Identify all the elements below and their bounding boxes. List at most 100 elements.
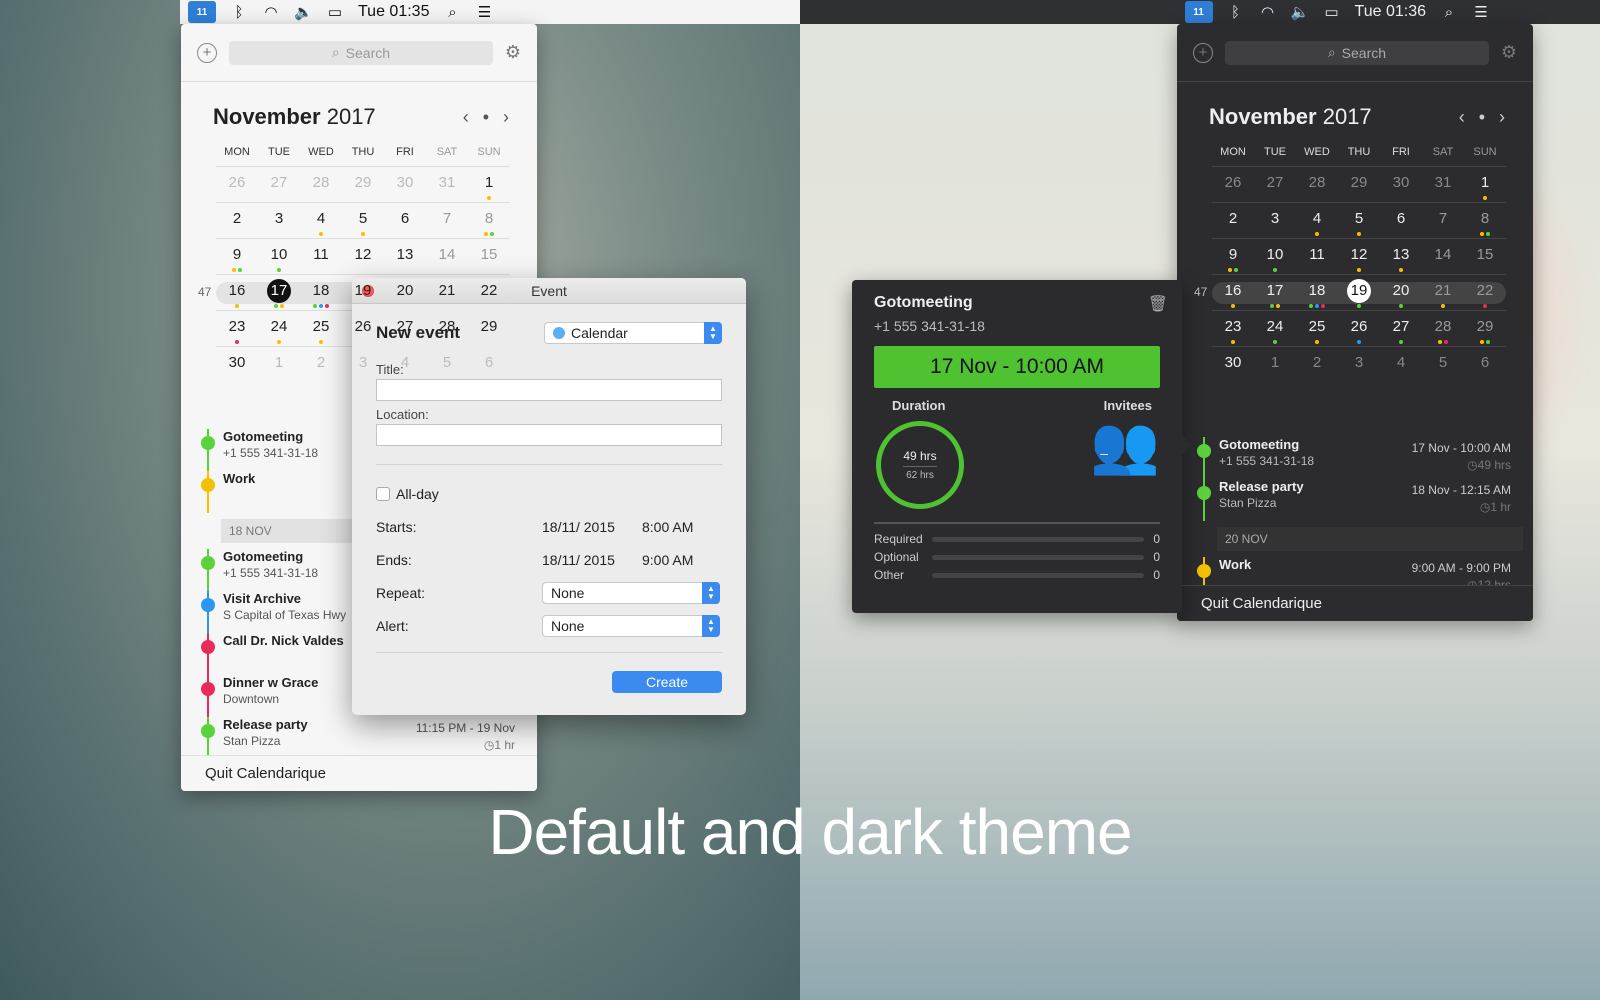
day-cell[interactable]: 22 bbox=[1464, 275, 1506, 311]
day-cell[interactable]: 5 bbox=[1422, 347, 1464, 383]
day-cell[interactable]: 31 bbox=[426, 167, 468, 203]
notification-center-icon[interactable]: ☰ bbox=[1472, 3, 1490, 21]
ends-date[interactable]: 18/11/ 2015 bbox=[542, 552, 642, 568]
day-cell[interactable]: 27 bbox=[258, 167, 300, 203]
add-event-button[interactable]: + bbox=[1193, 42, 1213, 63]
day-cell[interactable]: 28 bbox=[300, 167, 342, 203]
day-cell[interactable]: 27 bbox=[384, 311, 426, 347]
battery-icon[interactable]: ▭ bbox=[1323, 3, 1341, 21]
day-cell[interactable]: 2 bbox=[216, 203, 258, 239]
day-cell[interactable]: 3 bbox=[258, 203, 300, 239]
day-cell[interactable]: 3 bbox=[1254, 203, 1296, 239]
day-cell[interactable]: 28 bbox=[1296, 167, 1338, 203]
day-cell[interactable]: 21 bbox=[1422, 275, 1464, 311]
day-cell[interactable]: 17 bbox=[1254, 275, 1296, 311]
day-cell[interactable]: 17 bbox=[258, 275, 300, 311]
location-input[interactable] bbox=[376, 424, 722, 446]
day-cell[interactable]: 9 bbox=[216, 239, 258, 275]
day-cell[interactable]: 2 bbox=[1296, 347, 1338, 383]
search-input[interactable]: ⌕ Search bbox=[1225, 40, 1489, 65]
add-event-button[interactable]: + bbox=[197, 42, 217, 63]
search-input[interactable]: ⌕ Search bbox=[229, 40, 493, 65]
day-cell[interactable]: 4 bbox=[300, 203, 342, 239]
today-dot-icon[interactable]: • bbox=[483, 107, 489, 128]
day-cell[interactable]: 26 bbox=[216, 167, 258, 203]
day-cell[interactable]: 27 bbox=[1254, 167, 1296, 203]
trash-icon[interactable]: 🗑 bbox=[1148, 294, 1168, 314]
battery-icon[interactable]: ▭ bbox=[326, 3, 344, 21]
day-cell[interactable]: 11 bbox=[300, 239, 342, 275]
day-cell[interactable]: 15 bbox=[1464, 239, 1506, 275]
day-cell[interactable]: 28 bbox=[1422, 311, 1464, 347]
day-cell[interactable]: 7 bbox=[426, 203, 468, 239]
day-cell[interactable]: 21 bbox=[426, 275, 468, 311]
volume-icon[interactable]: 🔈 bbox=[294, 3, 313, 21]
day-cell[interactable]: 8 bbox=[468, 203, 510, 239]
day-cell[interactable]: 8 bbox=[1464, 203, 1506, 239]
chevron-right-icon[interactable]: › bbox=[503, 107, 509, 128]
chevron-right-icon[interactable]: › bbox=[1499, 107, 1505, 128]
day-cell[interactable]: 29 bbox=[468, 311, 510, 347]
day-cell[interactable]: 12 bbox=[1338, 239, 1380, 275]
day-cell[interactable]: 26 bbox=[342, 311, 384, 347]
day-cell[interactable]: 27 bbox=[1380, 311, 1422, 347]
volume-icon[interactable]: 🔈 bbox=[1291, 3, 1310, 21]
notification-center-icon[interactable]: ☰ bbox=[475, 3, 493, 21]
day-cell[interactable]: 6 bbox=[1464, 347, 1506, 383]
day-cell[interactable]: 11 bbox=[1296, 239, 1338, 275]
day-cell[interactable]: 16 bbox=[1212, 275, 1254, 311]
day-cell[interactable]: 1 bbox=[1254, 347, 1296, 383]
starts-time[interactable]: 8:00 AM bbox=[642, 519, 693, 535]
quit-button[interactable]: Quit Calendarique bbox=[1177, 585, 1533, 621]
wifi-icon[interactable]: ◠ bbox=[1259, 3, 1277, 21]
day-cell[interactable]: 25 bbox=[1296, 311, 1338, 347]
day-cell[interactable]: 1 bbox=[258, 347, 300, 383]
chevron-left-icon[interactable]: ‹ bbox=[1459, 107, 1465, 128]
day-cell[interactable]: 23 bbox=[1212, 311, 1254, 347]
day-cell[interactable]: 6 bbox=[468, 347, 510, 383]
day-cell[interactable]: 26 bbox=[1212, 167, 1254, 203]
menubar-clock[interactable]: Tue 01:35 bbox=[358, 3, 429, 21]
day-cell[interactable]: 4 bbox=[384, 347, 426, 383]
wifi-icon[interactable]: ◠ bbox=[262, 3, 280, 21]
day-cell[interactable]: 31 bbox=[1422, 167, 1464, 203]
day-cell[interactable]: 6 bbox=[384, 203, 426, 239]
event-item[interactable]: Release party Stan Pizza 11:15 PM - 19 Nov… bbox=[181, 717, 537, 759]
day-cell[interactable]: 19 bbox=[1338, 275, 1380, 311]
day-cell[interactable]: 7 bbox=[1422, 203, 1464, 239]
day-cell[interactable]: 5 bbox=[426, 347, 468, 383]
day-cell[interactable]: 10 bbox=[258, 239, 300, 275]
day-cell[interactable]: 10 bbox=[1254, 239, 1296, 275]
day-cell[interactable]: 18 bbox=[1296, 275, 1338, 311]
day-cell[interactable]: 12 bbox=[342, 239, 384, 275]
day-cell[interactable]: 15 bbox=[468, 239, 510, 275]
chevron-left-icon[interactable]: ‹ bbox=[463, 107, 469, 128]
day-cell[interactable]: 16 bbox=[216, 275, 258, 311]
menubar-clock[interactable]: Tue 01:36 bbox=[1355, 3, 1426, 21]
event-item[interactable]: Release party Stan Pizza 18 Nov - 12:15 AM… bbox=[1177, 479, 1533, 521]
alert-select[interactable]: None ▲ ▼ bbox=[542, 614, 720, 637]
day-cell[interactable]: 4 bbox=[1380, 347, 1422, 383]
day-cell[interactable]: 13 bbox=[1380, 239, 1422, 275]
day-cell[interactable]: 24 bbox=[1254, 311, 1296, 347]
gear-icon[interactable]: ⚙ bbox=[1501, 42, 1517, 63]
day-cell[interactable]: 5 bbox=[1338, 203, 1380, 239]
day-cell[interactable]: 29 bbox=[1464, 311, 1506, 347]
day-cell[interactable]: 2 bbox=[1212, 203, 1254, 239]
day-cell[interactable]: 28 bbox=[426, 311, 468, 347]
quit-button[interactable]: Quit Calendarique bbox=[181, 755, 537, 791]
event-item[interactable]: Gotomeeting +1 555 341-31-18 17 Nov - 10:0… bbox=[1177, 437, 1533, 479]
bluetooth-icon[interactable]: ᛒ bbox=[230, 4, 248, 21]
day-cell[interactable]: 30 bbox=[216, 347, 258, 383]
day-cell[interactable]: 2 bbox=[300, 347, 342, 383]
day-cell[interactable]: 14 bbox=[426, 239, 468, 275]
day-cell[interactable]: 6 bbox=[1380, 203, 1422, 239]
day-cell[interactable]: 26 bbox=[1338, 311, 1380, 347]
calendar-menubar-icon[interactable]: 11 bbox=[1184, 1, 1213, 23]
event-datetime-badge[interactable]: 17 Nov - 10:00 AM bbox=[874, 346, 1160, 388]
day-cell[interactable]: 23 bbox=[216, 311, 258, 347]
starts-date[interactable]: 18/11/ 2015 bbox=[542, 519, 642, 535]
day-cell[interactable]: 19 bbox=[342, 275, 384, 311]
day-cell[interactable]: 13 bbox=[384, 239, 426, 275]
event-phone[interactable]: +1 555 341-31-18 bbox=[874, 318, 1160, 334]
